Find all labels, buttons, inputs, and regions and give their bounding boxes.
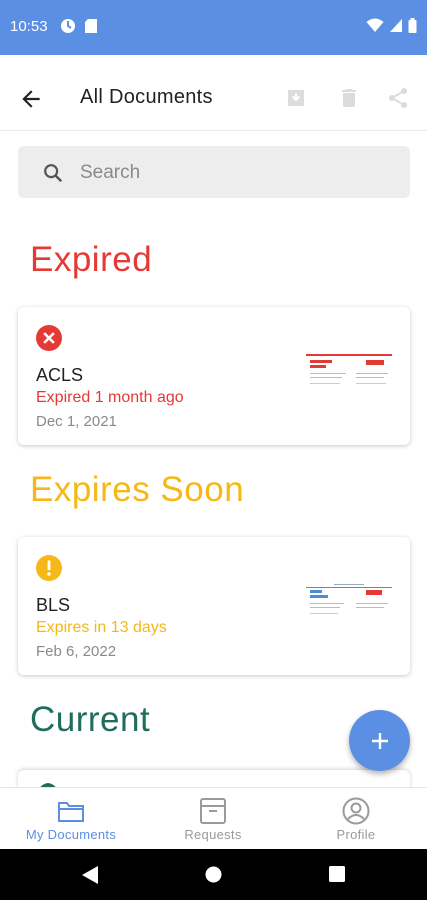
document-thumbnail: [304, 581, 394, 631]
search-input[interactable]: [78, 156, 382, 190]
nav-item-my-documents[interactable]: My Documents: [0, 788, 142, 850]
add-document-button[interactable]: [349, 710, 410, 771]
status-bar: 10:53: [0, 0, 427, 55]
document-thumbnail: [304, 351, 394, 401]
back-arrow-icon[interactable]: [18, 86, 44, 112]
search-box[interactable]: [18, 146, 410, 198]
sync-notification-icon: [61, 19, 75, 33]
card-name: ACLS: [36, 365, 84, 385]
warning-icon: [36, 555, 62, 581]
card-date: Feb 6, 2022: [36, 643, 117, 660]
bottom-nav: My Documents Requests Profile: [0, 787, 427, 850]
search-icon: [44, 164, 63, 183]
card-name: BLS: [36, 595, 71, 615]
battery-icon: [408, 18, 417, 33]
profile-icon: [342, 797, 370, 825]
download-icon[interactable]: [284, 86, 308, 110]
wifi-icon: [366, 18, 384, 32]
section-heading-expires-soon: Expires Soon: [30, 470, 245, 509]
document-card-acls[interactable]: ACLS Expired 1 month ago Dec 1, 2021: [18, 307, 410, 445]
card-status-text: Expires in 13 days: [36, 619, 167, 636]
status-time: 10:53: [10, 18, 48, 35]
card-status-text: Expired 1 month ago: [36, 389, 184, 406]
nav-label: Requests: [184, 827, 242, 842]
archive-box-icon: [200, 798, 226, 824]
document-card-bls[interactable]: BLS Expires in 13 days Feb 6, 2022: [18, 537, 410, 675]
card-date: Dec 1, 2021: [36, 413, 117, 430]
nav-label: My Documents: [25, 827, 117, 842]
system-home-icon[interactable]: [205, 866, 222, 883]
nav-label: Profile: [336, 827, 376, 842]
delete-icon[interactable]: [337, 86, 361, 110]
system-navigation-bar: [0, 849, 427, 900]
system-recents-icon[interactable]: [329, 866, 345, 882]
error-icon: [36, 325, 62, 351]
section-heading-current: Current: [30, 700, 151, 739]
sd-card-icon: [85, 19, 97, 33]
plus-icon: [371, 732, 388, 749]
app-bar: All Documents: [0, 68, 427, 131]
nav-item-requests[interactable]: Requests: [142, 788, 284, 850]
page-title: All Documents: [80, 86, 213, 108]
folder-icon: [58, 802, 84, 822]
section-heading-expired: Expired: [30, 240, 153, 279]
share-icon[interactable]: [386, 86, 410, 110]
system-back-icon[interactable]: [82, 866, 98, 884]
signal-icon: [390, 19, 402, 32]
nav-item-profile[interactable]: Profile: [285, 788, 427, 850]
